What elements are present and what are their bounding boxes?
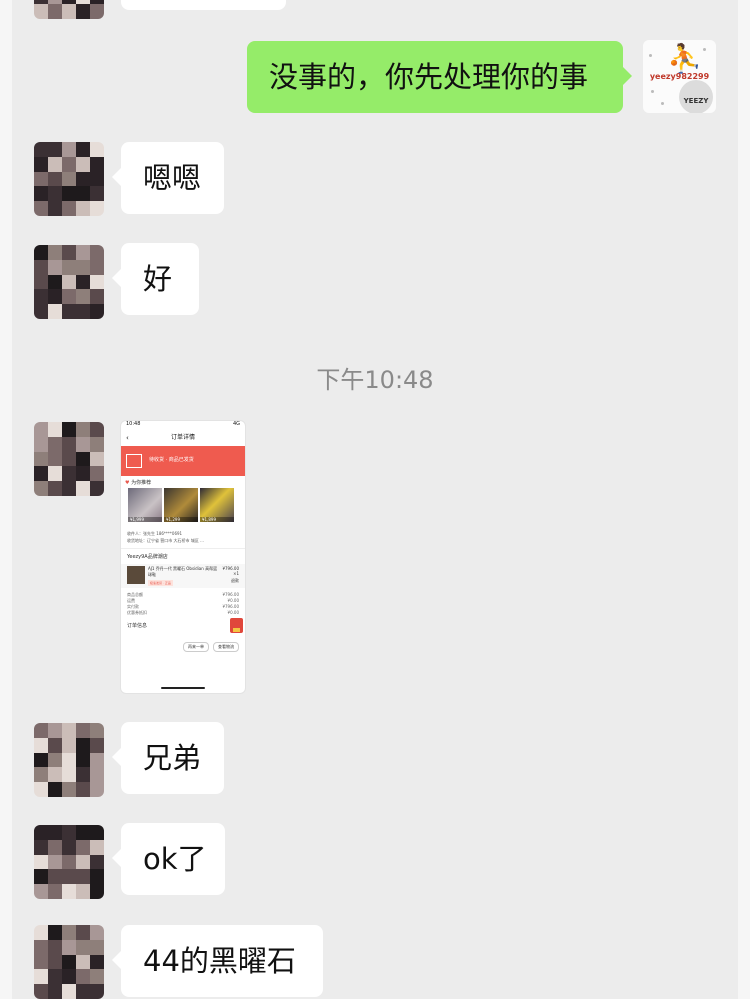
outgoing-message-text: 没事的，你先处理你的事 (269, 60, 589, 94)
screenshot-status-bar: 10:48 4G (121, 421, 245, 431)
contact-avatar[interactable] (34, 723, 104, 797)
screenshot-price-rows: 商品总额 ¥796.00 运费 ¥0.00 实付款 ¥796.00 优惠券抵扣 ¥0.0… (121, 588, 245, 620)
incoming-message-text: 好 (143, 262, 173, 296)
heart-icon: ♥ (125, 480, 130, 486)
screenshot-button: 再来一单 (183, 642, 209, 652)
avatar-handle: yeezy982299 (649, 72, 710, 81)
contact-avatar[interactable] (34, 0, 104, 19)
item-qty: ×1 (233, 571, 239, 576)
item-image (127, 566, 145, 584)
price-row: 优惠券抵扣 ¥0.00 (127, 610, 239, 616)
message-bubble-partial (121, 0, 286, 10)
item-action: 退款 (231, 578, 239, 583)
screenshot-order-item: AJ1 乔丹一代 黑曜石 Obsidian 高帮篮球鞋 极速发货 · 正品 ¥7… (121, 564, 245, 588)
contact-avatar[interactable] (34, 925, 104, 999)
incoming-message-text: 兄弟 (143, 741, 202, 775)
incoming-message-bubble[interactable]: 44的黑曜石 (112, 925, 323, 997)
recommend-label-text: 为你推荐 (131, 480, 152, 486)
screenshot-address: 收件人：张先生 186****0691 收货地址：辽宁省 营口市 大石桥市 城区… (121, 524, 245, 549)
screenshot-nav-bar: ‹ 订单详情 (121, 431, 245, 445)
contact-avatar[interactable] (34, 422, 104, 496)
outgoing-message-bubble[interactable]: 没事的，你先处理你的事 (247, 41, 632, 113)
incoming-message-bubble[interactable]: ok了 (112, 823, 225, 895)
incoming-message-text: ok了 (143, 842, 207, 876)
screenshot-banner-text: 待收货 · 商品已发货 (149, 457, 194, 463)
order-info-label: 订单信息 (127, 623, 148, 629)
screenshot-status-time: 10:48 (126, 421, 141, 427)
incoming-message-text: 44的黑曜石 (143, 944, 296, 978)
screenshot-shop-name: Yeezy9A品牌潮店 (127, 554, 168, 560)
product-thumb: ¥1,299 (164, 488, 198, 522)
right-edge (738, 0, 750, 999)
red-packet-icon (230, 618, 243, 633)
incoming-message-text: 嗯嗯 (143, 161, 202, 195)
product-thumb-price: ¥1,299 (164, 517, 198, 522)
item-name: AJ1 乔丹一代 黑曜石 Obsidian 高帮篮球鞋 (148, 566, 218, 577)
chat-timestamp: 下午10:48 (316, 366, 434, 394)
product-thumb: ¥1,999 (128, 488, 162, 522)
ball-text: YEEZY (683, 97, 709, 105)
incoming-message-bubble[interactable]: 兄弟 (112, 722, 224, 794)
screenshot-order-info: 订单信息 (121, 618, 245, 634)
contact-avatar[interactable] (34, 245, 104, 319)
screenshot-nav-title: 订单详情 (170, 434, 195, 441)
product-thumb: ¥1,899 (200, 488, 234, 522)
package-icon (126, 454, 142, 468)
image-message-order-screenshot[interactable]: 10:48 4G ‹ 订单详情 待收货 · 商品已发货 ♥ 为你推荐 ¥1,99… (121, 421, 245, 693)
screenshot-recommend-label: ♥ 为你推荐 (121, 476, 245, 486)
left-edge (0, 0, 12, 999)
price-row-label: 优惠券抵扣 (127, 610, 147, 615)
price-row-value: ¥0.00 (227, 610, 239, 615)
incoming-message-bubble[interactable]: 嗯嗯 (112, 142, 224, 214)
product-thumb-price: ¥1,899 (200, 517, 234, 522)
screenshot-status-net: 4G (232, 421, 240, 427)
incoming-message-bubble[interactable]: 好 (112, 243, 199, 315)
home-indicator (161, 687, 205, 689)
jumpman-logo-icon: ⛹ (667, 42, 702, 75)
screenshot-buttons: 再来一单 查看物流 (121, 634, 245, 652)
item-tag: 极速发货 · 正品 (148, 580, 173, 586)
screenshot-recommend-thumbs: ¥1,999 ¥1,299 ¥1,899 (121, 486, 245, 524)
address-line: 收货地址：辽宁省 营口市 大石桥市 城区 ... (127, 538, 204, 543)
back-arrow-icon: ‹ (126, 434, 129, 442)
screenshot-order-banner: 待收货 · 商品已发货 (121, 446, 245, 476)
address-line: 收件人：张先生 186****0691 (127, 531, 183, 536)
contact-avatar[interactable] (34, 825, 104, 899)
contact-avatar[interactable] (34, 142, 104, 216)
screenshot-button: 查看物流 (213, 642, 239, 652)
self-avatar[interactable]: ⛹ yeezy982299 YEEZY (643, 40, 716, 113)
product-thumb-price: ¥1,999 (128, 517, 162, 522)
ball-icon: YEEZY (679, 80, 713, 113)
